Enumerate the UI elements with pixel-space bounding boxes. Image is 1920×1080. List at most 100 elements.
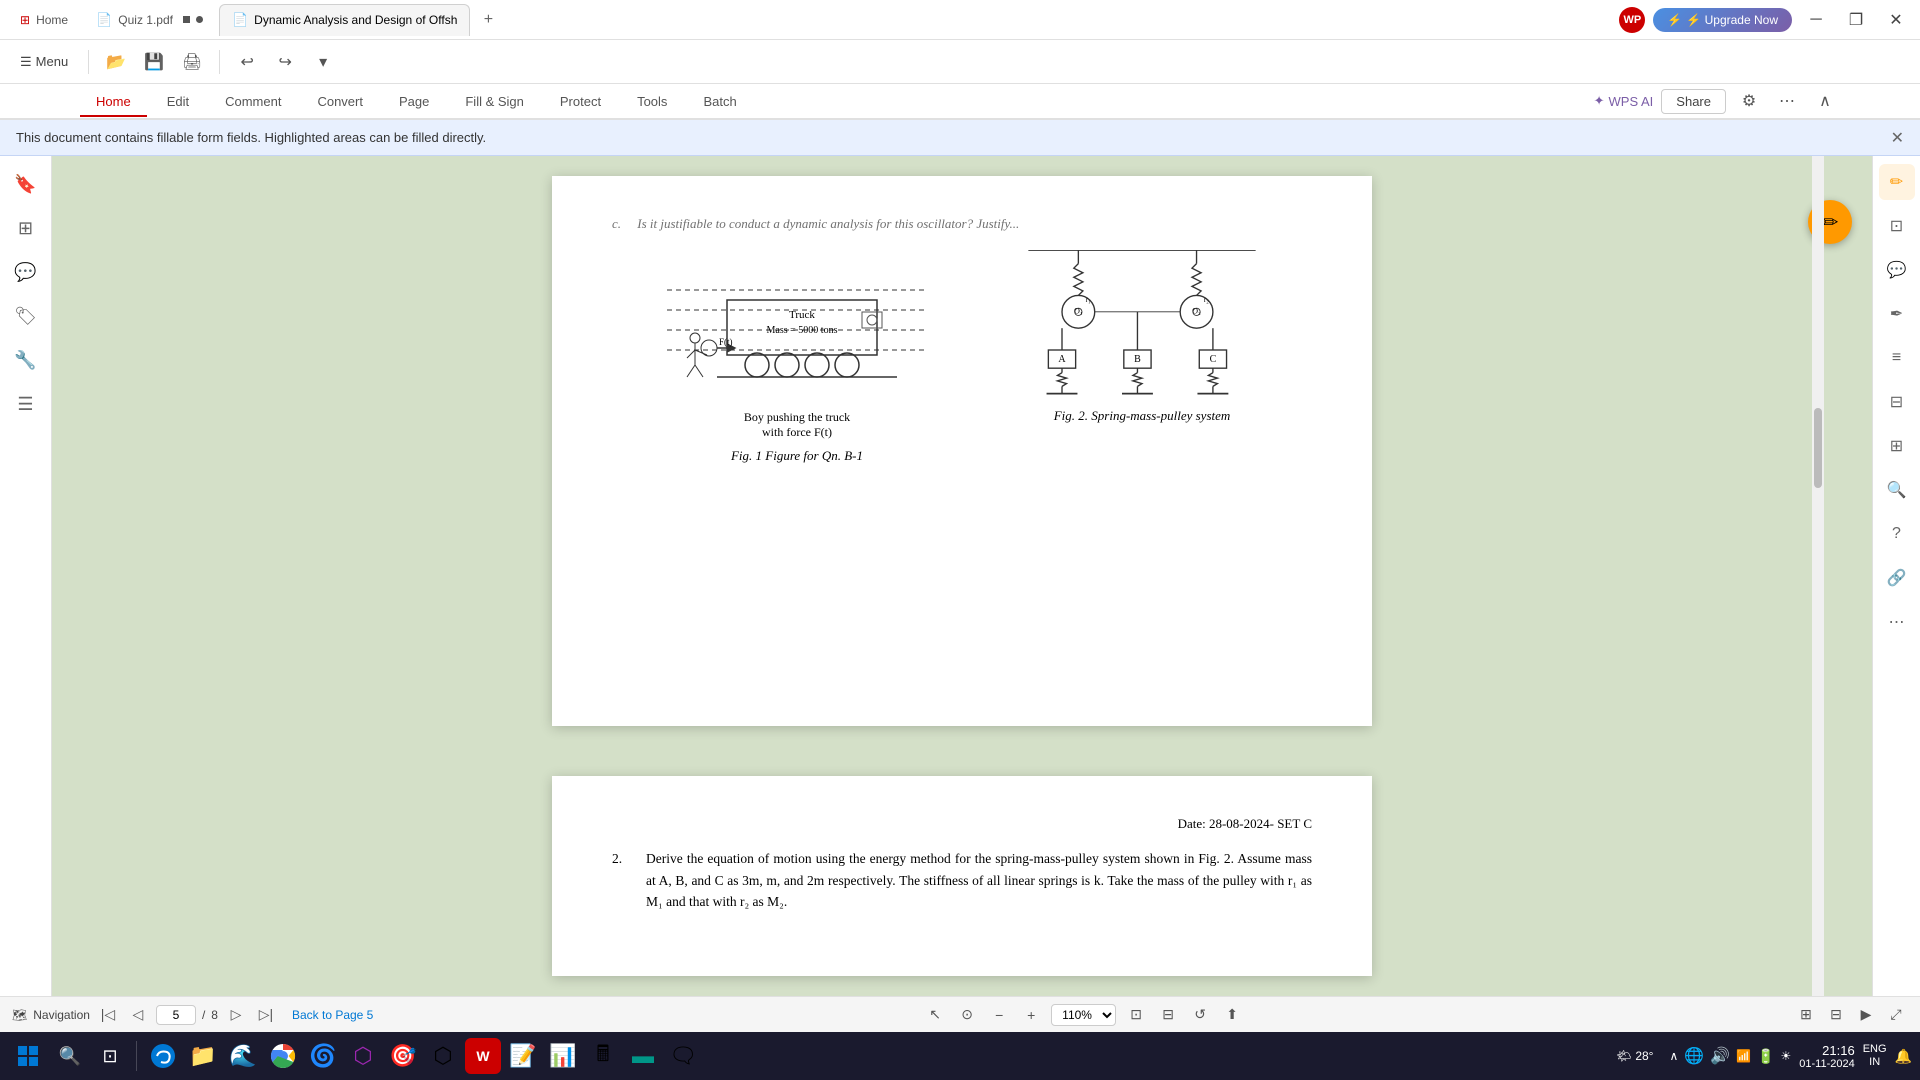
tab-ribbon-home[interactable]: Home xyxy=(80,88,147,115)
tab-ribbon-batch[interactable]: Batch xyxy=(687,88,752,115)
continuous-view-icon[interactable]: ⊟ xyxy=(1824,1003,1848,1027)
tab-quiz1[interactable]: 📄 Quiz 1.pdf xyxy=(84,4,215,36)
task-view-button[interactable]: ⊡ xyxy=(92,1038,128,1074)
tray-volume-icon[interactable]: 🔊 xyxy=(1710,1046,1730,1066)
next-page-button[interactable]: ▷ xyxy=(224,1003,248,1027)
wps-taskbar-icon[interactable]: W xyxy=(465,1038,501,1074)
upgrade-now-button[interactable]: ⚡ ⚡ Upgrade Now xyxy=(1653,8,1792,32)
collapse-ribbon-icon[interactable]: ∧ xyxy=(1810,86,1840,116)
app-bar-icon[interactable]: 📊 xyxy=(545,1038,581,1074)
tray-brightness-icon[interactable]: ☀ xyxy=(1781,1049,1792,1063)
zoom-right-icon[interactable]: 🔍 xyxy=(1879,472,1915,508)
fit-page-icon[interactable]: ⊡ xyxy=(1124,1003,1148,1027)
app8-icon[interactable]: ⬡ xyxy=(345,1038,381,1074)
more-right-icon[interactable]: ⋯ xyxy=(1879,604,1915,640)
wps-ai-button[interactable]: ✦ WPS AI xyxy=(1594,93,1654,109)
format-right-icon[interactable]: ⊟ xyxy=(1879,384,1915,420)
back-to-page-link[interactable]: Back to Page 5 xyxy=(292,1008,373,1022)
tab-home[interactable]: ⊞ Home xyxy=(8,4,80,36)
minimize-button[interactable]: ─ xyxy=(1800,4,1832,36)
language-indicator[interactable]: ENG IN xyxy=(1863,1043,1887,1069)
tab-ribbon-fill-sign[interactable]: Fill & Sign xyxy=(449,88,540,115)
weather-widget[interactable]: 🌤 28° xyxy=(1608,1045,1661,1067)
share-button[interactable]: Share xyxy=(1661,89,1726,114)
zoom-level-select[interactable]: 50% 75% 100% 110% 125% 150% 200% xyxy=(1051,1004,1116,1026)
edge-browser-icon[interactable] xyxy=(145,1038,181,1074)
calc-icon[interactable]: 🖩 xyxy=(585,1038,621,1074)
two-page-icon[interactable]: ⊞ xyxy=(1794,1003,1818,1027)
search-taskbar-button[interactable]: 🔍 xyxy=(52,1038,88,1074)
tray-battery-icon[interactable]: 🔋 xyxy=(1757,1048,1774,1065)
tab-ribbon-page[interactable]: Page xyxy=(383,88,445,115)
menu-button[interactable]: ☰ Menu xyxy=(12,50,76,74)
tab-ribbon-comment[interactable]: Comment xyxy=(209,88,297,115)
tab-ribbon-edit[interactable]: Edit xyxy=(151,88,205,115)
crop-right-icon[interactable]: ⊡ xyxy=(1879,208,1915,244)
link-right-icon[interactable]: 🔗 xyxy=(1879,560,1915,596)
windows-start-button[interactable] xyxy=(8,1036,48,1076)
cursor-mode-icon[interactable]: ↖ xyxy=(923,1003,947,1027)
more-options-icon[interactable]: ⋯ xyxy=(1772,86,1802,116)
page-number-input[interactable] xyxy=(156,1005,196,1025)
app7-icon[interactable]: 🌀 xyxy=(305,1038,341,1074)
lync-icon[interactable]: 🗨 xyxy=(665,1038,701,1074)
sidebar-layers-icon[interactable]: ☰ xyxy=(6,384,46,424)
tab-ribbon-protect[interactable]: Protect xyxy=(544,88,617,115)
zoom-in-button[interactable]: + xyxy=(1019,1003,1043,1027)
add-tab-button[interactable]: + xyxy=(474,6,502,34)
tab-dynamic[interactable]: 📄 Dynamic Analysis and Design of Offsh xyxy=(219,4,470,36)
app-extra-icon[interactable]: ▬ xyxy=(625,1038,661,1074)
edge2-icon[interactable]: 🌊 xyxy=(225,1038,261,1074)
tray-expand-icon[interactable]: ∧ xyxy=(1669,1049,1678,1063)
dropdown-button[interactable]: ▾ xyxy=(308,47,338,77)
sidebar-thumbnail-icon[interactable]: ⊞ xyxy=(6,208,46,248)
redo-button[interactable]: ↪ xyxy=(270,47,300,77)
tab-ribbon-tools[interactable]: Tools xyxy=(621,88,683,115)
fit-width-icon[interactable]: ⊟ xyxy=(1156,1003,1180,1027)
save-button[interactable]: 💾 xyxy=(139,47,169,77)
screenshot-icon[interactable]: ⬆ xyxy=(1220,1003,1244,1027)
notification-close-button[interactable]: ✕ xyxy=(1891,128,1904,148)
prev-page-button[interactable]: ◁ xyxy=(126,1003,150,1027)
spring-mass-figure-svg: O₁ r₁ O₂ r₂ xyxy=(1017,250,1267,400)
help-right-icon[interactable]: ? xyxy=(1879,516,1915,552)
sidebar-tools-icon[interactable]: 🔧 xyxy=(6,340,46,380)
maximize-button[interactable]: ❐ xyxy=(1840,4,1872,36)
app9-icon[interactable]: 🎯 xyxy=(385,1038,421,1074)
print-button[interactable]: 🖨 xyxy=(177,47,207,77)
comment-right-icon[interactable]: 💬 xyxy=(1879,252,1915,288)
chrome-icon[interactable] xyxy=(265,1038,301,1074)
tray-wifi-icon[interactable]: 📶 xyxy=(1736,1049,1751,1063)
prev-question-text: c. Is it justifiable to conduct a dynami… xyxy=(612,216,1312,232)
rotate-icon[interactable]: ↺ xyxy=(1188,1003,1212,1027)
matlab-icon[interactable]: ⬡ xyxy=(425,1038,461,1074)
close-button[interactable]: ✕ xyxy=(1880,4,1912,36)
edit-right-icon[interactable]: ✏ xyxy=(1879,164,1915,200)
weather-temp: 28° xyxy=(1635,1049,1653,1063)
upgrade-label: ⚡ Upgrade Now xyxy=(1686,13,1778,27)
tray-network-icon[interactable]: 🌐 xyxy=(1684,1046,1704,1066)
play-icon[interactable]: ▶ xyxy=(1854,1003,1878,1027)
sidebar-bookmark-icon[interactable]: 🔖 xyxy=(6,164,46,204)
taskbar-clock[interactable]: 21:16 01-11-2024 xyxy=(1799,1043,1854,1070)
select-mode-icon[interactable]: ⊙ xyxy=(955,1003,979,1027)
first-page-button[interactable]: |◁ xyxy=(96,1003,120,1027)
tab-ribbon-convert[interactable]: Convert xyxy=(301,88,379,115)
zoom-out-button[interactable]: − xyxy=(987,1003,1011,1027)
align-right-icon[interactable]: ≡ xyxy=(1879,340,1915,376)
extract-right-icon[interactable]: ⊞ xyxy=(1879,428,1915,464)
notification-center-icon[interactable]: 🔔 xyxy=(1895,1048,1912,1065)
sidebar-comment-icon[interactable]: 💬 xyxy=(6,252,46,292)
open-file-button[interactable]: 📂 xyxy=(101,47,131,77)
notepad-icon[interactable]: 📝 xyxy=(505,1038,541,1074)
file-explorer-icon[interactable]: 📁 xyxy=(185,1038,221,1074)
sidebar-tag-icon[interactable]: 🏷 xyxy=(6,296,46,336)
navigation-label[interactable]: Navigation xyxy=(33,1008,90,1022)
undo-button[interactable]: ↩ xyxy=(232,47,262,77)
last-page-button[interactable]: ▷| xyxy=(254,1003,278,1027)
annotate-right-icon[interactable]: ✒ xyxy=(1879,296,1915,332)
fullscreen-icon[interactable]: ⤢ xyxy=(1884,1003,1908,1027)
settings-icon[interactable]: ⚙ xyxy=(1734,86,1764,116)
scroll-thumb[interactable] xyxy=(1814,408,1822,488)
windows-logo-icon xyxy=(16,1044,40,1068)
